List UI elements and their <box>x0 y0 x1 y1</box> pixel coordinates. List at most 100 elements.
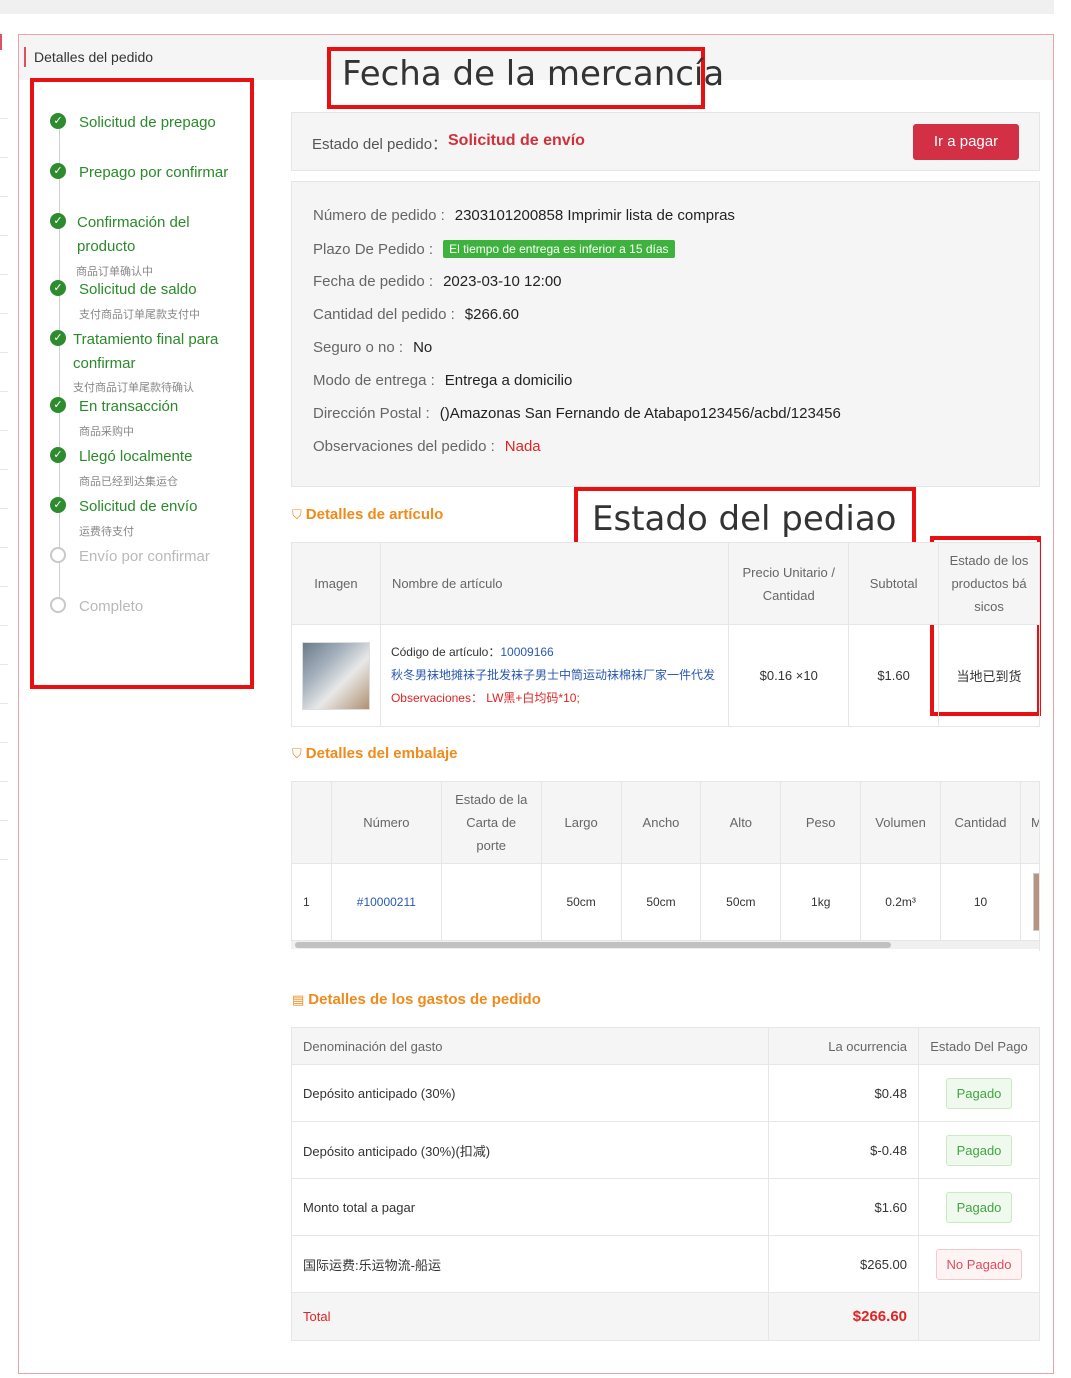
delivery-term-tag: El tiempo de entrega es inferior a 15 dí… <box>443 240 675 258</box>
column-header: Estado Del Pago <box>918 1027 1040 1065</box>
insurance-value: No <box>413 339 433 356</box>
insurance-label: Seguro o no : <box>313 339 404 356</box>
status-badge: No Pagado <box>936 1248 1022 1280</box>
empty-circle-icon <box>50 547 66 563</box>
items-section-title: ⛉ Detalles de artículo <box>292 506 444 523</box>
order-number-label: Número de pedido : <box>313 207 445 224</box>
column-header: Subtotal <box>848 542 940 625</box>
bag-icon: ⛉ <box>292 507 302 522</box>
order-status-value: Solicitud de envío <box>448 132 585 149</box>
package-volume: 0.2m³ <box>860 863 942 941</box>
table-row: 1 #10000211 50cm 50cm 50cm 1kg 0.2m³ 10 <box>291 863 1039 941</box>
fee-amount: $0.48 <box>768 1064 920 1122</box>
fee-status-cell: Pagado <box>918 1121 1040 1179</box>
column-header: Denominación del gasto <box>290 1027 770 1065</box>
package-length: 50cm <box>540 863 622 941</box>
table-row: 国际运费:乐运物流-船运 $265.00 No Pagado <box>290 1235 1040 1293</box>
items-table: Imagen Nombre de artículo Precio Unitari… <box>291 542 1040 727</box>
timeline-step-label: Prepago por confirmar <box>79 164 229 181</box>
timeline-step-label: Llegó localmente <box>79 448 193 465</box>
order-notes-label: Observaciones del pedido : <box>313 438 495 455</box>
table-row: Depósito anticipado (30%) $0.48 Pagado <box>290 1064 1040 1122</box>
column-header: Largo <box>540 781 622 864</box>
check-circle-icon: ✓ <box>50 213 66 229</box>
price-quantity-cell: $0.16 ×10 <box>728 624 850 727</box>
package-width: 50cm <box>620 863 702 941</box>
column-header: Alto <box>700 781 782 864</box>
empty-circle-icon <box>50 597 66 613</box>
order-info-panel: Número de pedido : 2303101200858 Imprimir… <box>291 181 1040 487</box>
column-header: Precio Unitario / Cantidad <box>728 542 850 625</box>
product-name-cell: Código de artículo：10009166 秋冬男袜地摊袜子批发袜子… <box>379 624 730 727</box>
product-status-cell: 当地已到货 <box>938 624 1040 727</box>
column-header: Volumen <box>860 781 942 864</box>
pay-button[interactable]: Ir a pagar <box>913 124 1019 160</box>
order-number-row: Número de pedido : 2303101200858 Imprimir… <box>313 207 735 224</box>
product-name-link[interactable]: 秋冬男袜地摊袜子批发袜子男士中筒运动袜棉袜厂家一件代发 <box>391 664 728 687</box>
postal-address-label: Dirección Postal : <box>313 405 430 422</box>
check-circle-icon: ✓ <box>50 330 66 346</box>
scrollbar-thumb[interactable] <box>295 942 891 948</box>
check-circle-icon: ✓ <box>50 113 66 129</box>
fee-name: Monto total a pagar <box>290 1178 770 1236</box>
insurance-row: Seguro o no : No <box>313 339 432 356</box>
timeline-step-label: Solicitud de prepago <box>79 114 216 131</box>
print-shopping-list-link[interactable]: Imprimir lista de compras <box>567 207 735 224</box>
package-quantity: 10 <box>940 863 1021 941</box>
timeline-step-label: Solicitud de saldo <box>79 281 197 298</box>
timeline-step-sub: 商品已经到达集运仓 <box>79 476 178 488</box>
package-image-cell <box>1019 863 1039 941</box>
product-code[interactable]: 10009166 <box>500 645 553 659</box>
product-image[interactable] <box>301 641 370 710</box>
timeline-step-label: Tratamiento final para confirmar <box>73 331 219 372</box>
timeline-line <box>59 120 60 605</box>
delivery-mode-value: Entrega a domicilio <box>444 372 573 389</box>
check-circle-icon: ✓ <box>50 497 66 513</box>
product-image-cell <box>291 624 381 727</box>
column-header: Estado de la Carta de porte <box>440 781 542 864</box>
package-height: 50cm <box>700 863 782 941</box>
package-index: 1 <box>291 863 332 941</box>
fee-amount: $-0.48 <box>768 1121 920 1179</box>
timeline-step-sub: 支付商品订单尾款支付中 <box>79 309 200 321</box>
fee-name: 国际运费:乐运物流-船运 <box>290 1235 770 1293</box>
column-header: M <box>1019 781 1039 864</box>
order-number-value: 2303101200858 <box>454 207 564 224</box>
order-date-row: Fecha de pedido : 2023-03-10 12:00 <box>313 273 562 290</box>
order-term-label: Plazo De Pedido : <box>313 241 434 258</box>
package-image[interactable] <box>1032 873 1039 931</box>
fee-name: Depósito anticipado (30%)(扣减) <box>290 1121 770 1179</box>
status-badge: Pagado <box>946 1134 1012 1166</box>
fees-table: Denominación del gasto La ocurrencia Est… <box>290 1027 1040 1341</box>
column-header: Nombre de artículo <box>379 542 730 625</box>
column-header: Número <box>330 781 442 864</box>
timeline-step-label: Completo <box>79 598 144 615</box>
annotation-label-goods-date: Fecha de la mercancía <box>342 54 725 94</box>
horizontal-scrollbar[interactable] <box>291 941 1039 949</box>
order-status-label: Estado del pedido： <box>312 136 448 153</box>
fee-status-cell: Pagado <box>918 1178 1040 1236</box>
page-title: Detalles del pedido <box>24 47 153 67</box>
column-header: Ancho <box>620 781 702 864</box>
timeline-step-sub: 支付商品订单尾款待确认 <box>73 382 194 394</box>
left-nav-accent <box>0 34 8 50</box>
column-header: La ocurrencia <box>768 1027 920 1065</box>
order-notes-value: Nada <box>504 438 541 455</box>
fee-status-cell: Pagado <box>918 1064 1040 1122</box>
delivery-mode-row: Modo de entrega : Entrega a domicilio <box>313 372 572 389</box>
table-header-row: Imagen Nombre de artículo Precio Unitari… <box>291 542 1040 625</box>
fee-status-cell: No Pagado <box>918 1235 1040 1293</box>
table-header-row: Denominación del gasto La ocurrencia Est… <box>290 1027 1040 1065</box>
timeline-step-sub: 运费待支付 <box>79 526 134 538</box>
package-weight: 1kg <box>780 863 862 941</box>
column-header: Cantidad <box>940 781 1021 864</box>
timeline-step-label: En transacción <box>79 398 179 415</box>
check-circle-icon: ✓ <box>50 163 66 179</box>
order-amount-label: Cantidad del pedido : <box>313 306 455 323</box>
table-header-row: Número Estado de la Carta de porte Largo… <box>291 781 1039 864</box>
package-number-link[interactable]: #10000211 <box>330 863 442 941</box>
order-amount-value: $266.60 <box>464 306 520 323</box>
timeline-step-sub: 商品采购中 <box>79 426 134 438</box>
packing-table-scroll[interactable]: Número Estado de la Carta de porte Largo… <box>291 781 1040 951</box>
total-status-cell <box>918 1292 1040 1341</box>
